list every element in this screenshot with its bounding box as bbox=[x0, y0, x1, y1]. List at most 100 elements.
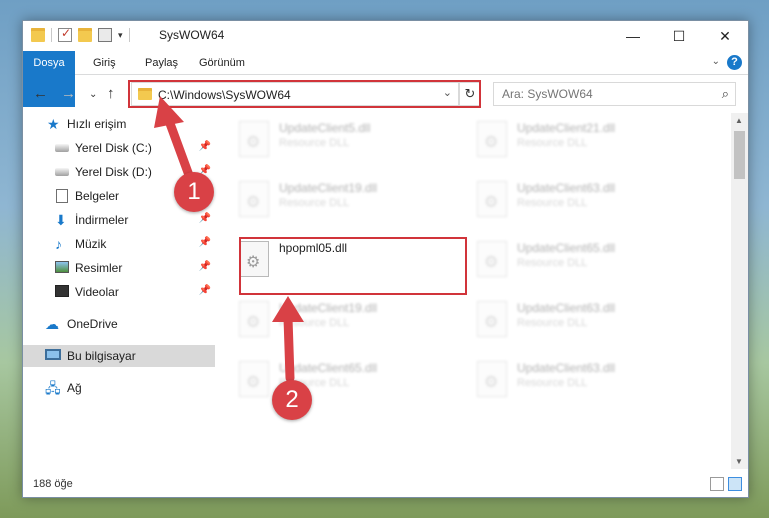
dll-file-icon bbox=[477, 361, 507, 397]
separator bbox=[51, 28, 52, 42]
details-view-icon[interactable] bbox=[710, 477, 724, 491]
file-description: Resource DLL bbox=[517, 257, 588, 269]
network-icon: 🖧 bbox=[45, 380, 61, 396]
tab-share[interactable]: Paylaş bbox=[145, 51, 178, 75]
file-description: Resource DLL bbox=[517, 377, 588, 389]
recent-locations-icon[interactable]: ⌄ bbox=[89, 89, 97, 100]
file-description: Resource DLL bbox=[279, 317, 350, 329]
file-item[interactable]: UpdateClient5.dll Resource DLL bbox=[229, 115, 459, 171]
tab-view[interactable]: Görünüm bbox=[199, 51, 245, 75]
drive-icon bbox=[55, 144, 69, 152]
sidebar-item-label: Belgeler bbox=[75, 189, 120, 203]
file-item[interactable]: UpdateClient63.dll Resource DLL bbox=[467, 355, 697, 411]
sidebar-item-label: Bu bilgisayar bbox=[67, 349, 136, 363]
sidebar-item-quick-access[interactable]: ★ Hızlı erişim bbox=[23, 113, 215, 135]
search-box[interactable]: ⌕ bbox=[493, 82, 736, 106]
customize-icon[interactable] bbox=[98, 28, 112, 42]
maximize-button[interactable]: ☐ bbox=[656, 21, 702, 51]
sidebar-item-label: Videolar bbox=[75, 285, 119, 299]
pin-icon[interactable]: 📌 bbox=[199, 285, 211, 296]
view-switcher bbox=[710, 477, 742, 491]
sidebar-item-downloads[interactable]: ⬇ İndirmeler 📌 bbox=[23, 209, 215, 231]
videos-icon bbox=[55, 285, 69, 297]
properties-check-icon[interactable] bbox=[58, 26, 72, 42]
up-arrow-icon[interactable]: ↑ bbox=[107, 85, 115, 102]
sidebar-item-videos[interactable]: Videolar 📌 bbox=[23, 281, 215, 303]
scroll-up-icon[interactable]: ▲ bbox=[735, 116, 743, 125]
tab-home[interactable]: Giriş bbox=[93, 51, 116, 75]
sidebar-item-label: Resimler bbox=[75, 261, 123, 275]
status-bar: 188 öğe bbox=[23, 473, 748, 497]
file-highlight-box bbox=[239, 237, 467, 295]
file-description: Resource DLL bbox=[517, 137, 588, 149]
quick-access-toolbar: ▾ bbox=[31, 26, 130, 42]
sidebar-item-pictures[interactable]: Resimler 📌 bbox=[23, 257, 215, 279]
file-item[interactable]: UpdateClient63.dll Resource DLL bbox=[467, 295, 697, 351]
documents-icon bbox=[56, 189, 68, 203]
file-description: Resource DLL bbox=[517, 317, 588, 329]
file-description: Resource DLL bbox=[279, 137, 350, 149]
sidebar-item-label: Yerel Disk (D:) bbox=[75, 165, 152, 179]
vertical-scrollbar[interactable]: ▲ ▼ bbox=[731, 113, 748, 469]
file-name: UpdateClient21.dll bbox=[517, 121, 616, 135]
onedrive-icon: ☁ bbox=[45, 316, 59, 332]
pin-icon[interactable]: 📌 bbox=[199, 237, 211, 248]
file-item[interactable]: UpdateClient21.dll Resource DLL bbox=[467, 115, 697, 171]
pin-icon[interactable]: 📌 bbox=[199, 141, 211, 152]
dll-file-icon bbox=[477, 121, 507, 157]
sidebar-item-this-pc[interactable]: Bu bilgisayar bbox=[23, 345, 215, 367]
item-count: 188 öğe bbox=[33, 478, 73, 490]
file-item[interactable]: UpdateClient19.dll Resource DLL bbox=[229, 295, 459, 351]
file-item[interactable]: UpdateClient65.dll Resource DLL bbox=[229, 355, 459, 411]
sidebar-item-label: Ağ bbox=[67, 381, 82, 395]
search-input[interactable] bbox=[502, 87, 702, 101]
step-1-badge: 1 bbox=[174, 172, 214, 212]
window-controls: — ☐ ✕ bbox=[610, 21, 748, 51]
dll-file-icon bbox=[239, 361, 269, 397]
ribbon-expand-icon[interactable]: ⌄ bbox=[712, 56, 720, 67]
pictures-icon bbox=[55, 261, 69, 273]
file-item[interactable]: UpdateClient19.dll Resource DLL bbox=[229, 175, 459, 231]
back-arrow-icon[interactable]: ← bbox=[33, 85, 48, 102]
file-name: UpdateClient63.dll bbox=[517, 361, 616, 375]
sidebar-item-local-disk-c[interactable]: Yerel Disk (C:) 📌 bbox=[23, 137, 215, 159]
scrollbar-thumb[interactable] bbox=[734, 131, 745, 179]
ribbon-tabs: Dosya Giriş Paylaş Görünüm ⌄ ? bbox=[23, 51, 748, 107]
large-icons-view-icon[interactable] bbox=[728, 477, 742, 491]
music-icon: ♪ bbox=[55, 236, 62, 252]
scroll-down-icon[interactable]: ▼ bbox=[735, 457, 743, 466]
folder-icon[interactable] bbox=[31, 28, 45, 42]
sidebar-item-label: OneDrive bbox=[67, 317, 118, 331]
file-name: UpdateClient19.dll bbox=[279, 301, 378, 315]
dll-file-icon bbox=[477, 241, 507, 277]
new-folder-icon[interactable] bbox=[78, 28, 92, 42]
sidebar-item-music[interactable]: ♪ Müzik 📌 bbox=[23, 233, 215, 255]
file-description: Resource DLL bbox=[279, 197, 350, 209]
dll-file-icon bbox=[239, 181, 269, 217]
file-name: UpdateClient65.dll bbox=[517, 241, 616, 255]
pin-icon[interactable]: 📌 bbox=[199, 213, 211, 224]
sidebar-item-label: Hızlı erişim bbox=[67, 117, 127, 131]
dll-file-icon bbox=[239, 121, 269, 157]
this-pc-icon bbox=[45, 349, 61, 360]
file-name: UpdateClient63.dll bbox=[517, 181, 616, 195]
chevron-down-icon[interactable]: ▾ bbox=[118, 30, 123, 41]
sidebar-item-network[interactable]: 🖧 Ağ bbox=[23, 377, 215, 399]
file-name: UpdateClient65.dll bbox=[279, 361, 378, 375]
file-name: UpdateClient63.dll bbox=[517, 301, 616, 315]
sidebar-item-onedrive[interactable]: ☁ OneDrive bbox=[23, 313, 215, 335]
forward-arrow-icon[interactable]: → bbox=[61, 85, 76, 102]
drive-icon bbox=[55, 168, 69, 176]
search-icon[interactable]: ⌕ bbox=[722, 86, 729, 102]
dll-file-icon bbox=[477, 181, 507, 217]
sidebar-item-label: Yerel Disk (C:) bbox=[75, 141, 152, 155]
dll-file-icon bbox=[239, 301, 269, 337]
help-icon[interactable]: ? bbox=[727, 55, 742, 70]
file-description: Resource DLL bbox=[517, 197, 588, 209]
file-name: UpdateClient5.dll bbox=[279, 121, 371, 135]
minimize-button[interactable]: — bbox=[610, 21, 656, 51]
close-button[interactable]: ✕ bbox=[702, 21, 748, 51]
file-item[interactable]: UpdateClient65.dll Resource DLL bbox=[467, 235, 697, 291]
pin-icon[interactable]: 📌 bbox=[199, 261, 211, 272]
file-item[interactable]: UpdateClient63.dll Resource DLL bbox=[467, 175, 697, 231]
